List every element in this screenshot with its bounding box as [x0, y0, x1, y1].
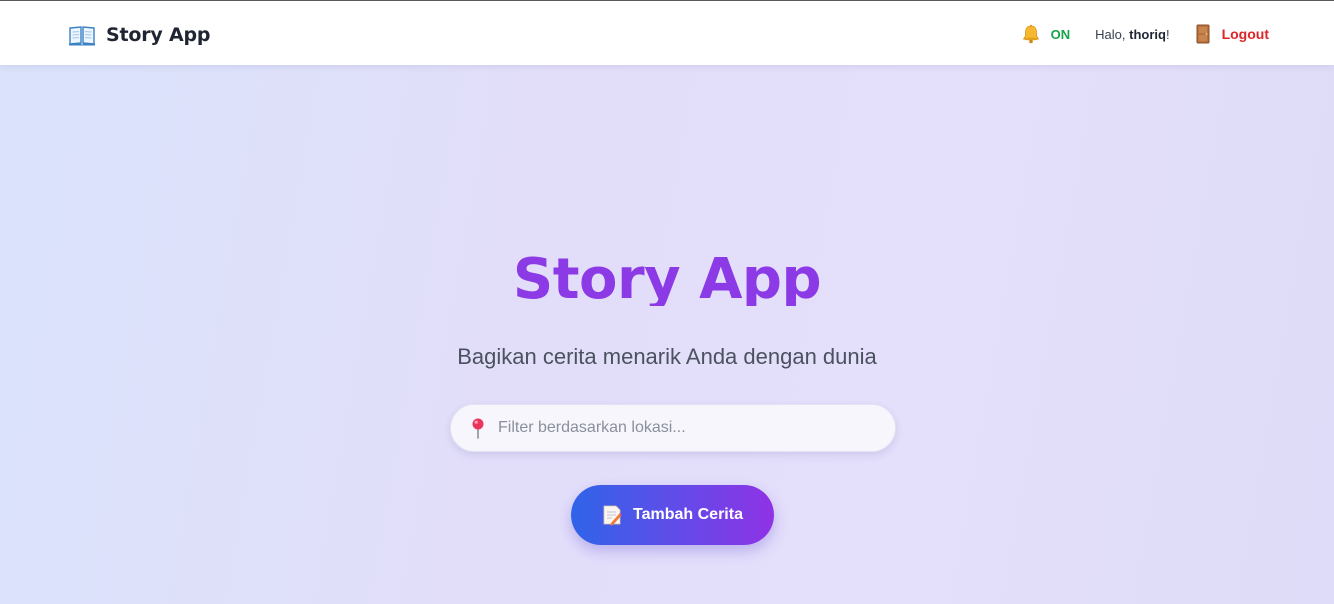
logout-button[interactable]: Logout [1196, 24, 1269, 44]
memo-icon [603, 505, 623, 526]
logout-label: Logout [1221, 26, 1269, 42]
notification-toggle[interactable]: ON [1021, 24, 1071, 44]
pin-icon [472, 418, 484, 439]
hero-subtitle: Bagikan cerita menarik Anda dengan dunia [457, 344, 877, 369]
open-book-icon [69, 26, 95, 46]
brand-name: Story App [106, 24, 211, 46]
top-navbar: Story App ON Halo, thoriq! Logout [0, 1, 1334, 65]
greeting-prefix: Halo, [1095, 26, 1130, 42]
location-filter-input[interactable] [498, 413, 878, 443]
navbar-actions: ON Halo, thoriq! Logout [1021, 21, 1269, 47]
username: thoriq [1129, 26, 1166, 42]
user-greeting: Halo, thoriq! [1095, 27, 1169, 42]
bell-icon [1022, 24, 1039, 44]
door-icon [1196, 24, 1210, 44]
hero-title: Story App [512, 247, 822, 306]
add-story-button[interactable]: Tambah Cerita [571, 485, 774, 545]
brand-link[interactable]: Story App [68, 22, 210, 48]
notification-status: ON [1050, 26, 1071, 42]
add-story-label: Tambah Cerita [633, 506, 743, 523]
greeting-suffix: ! [1165, 26, 1170, 42]
location-filter [450, 404, 896, 452]
